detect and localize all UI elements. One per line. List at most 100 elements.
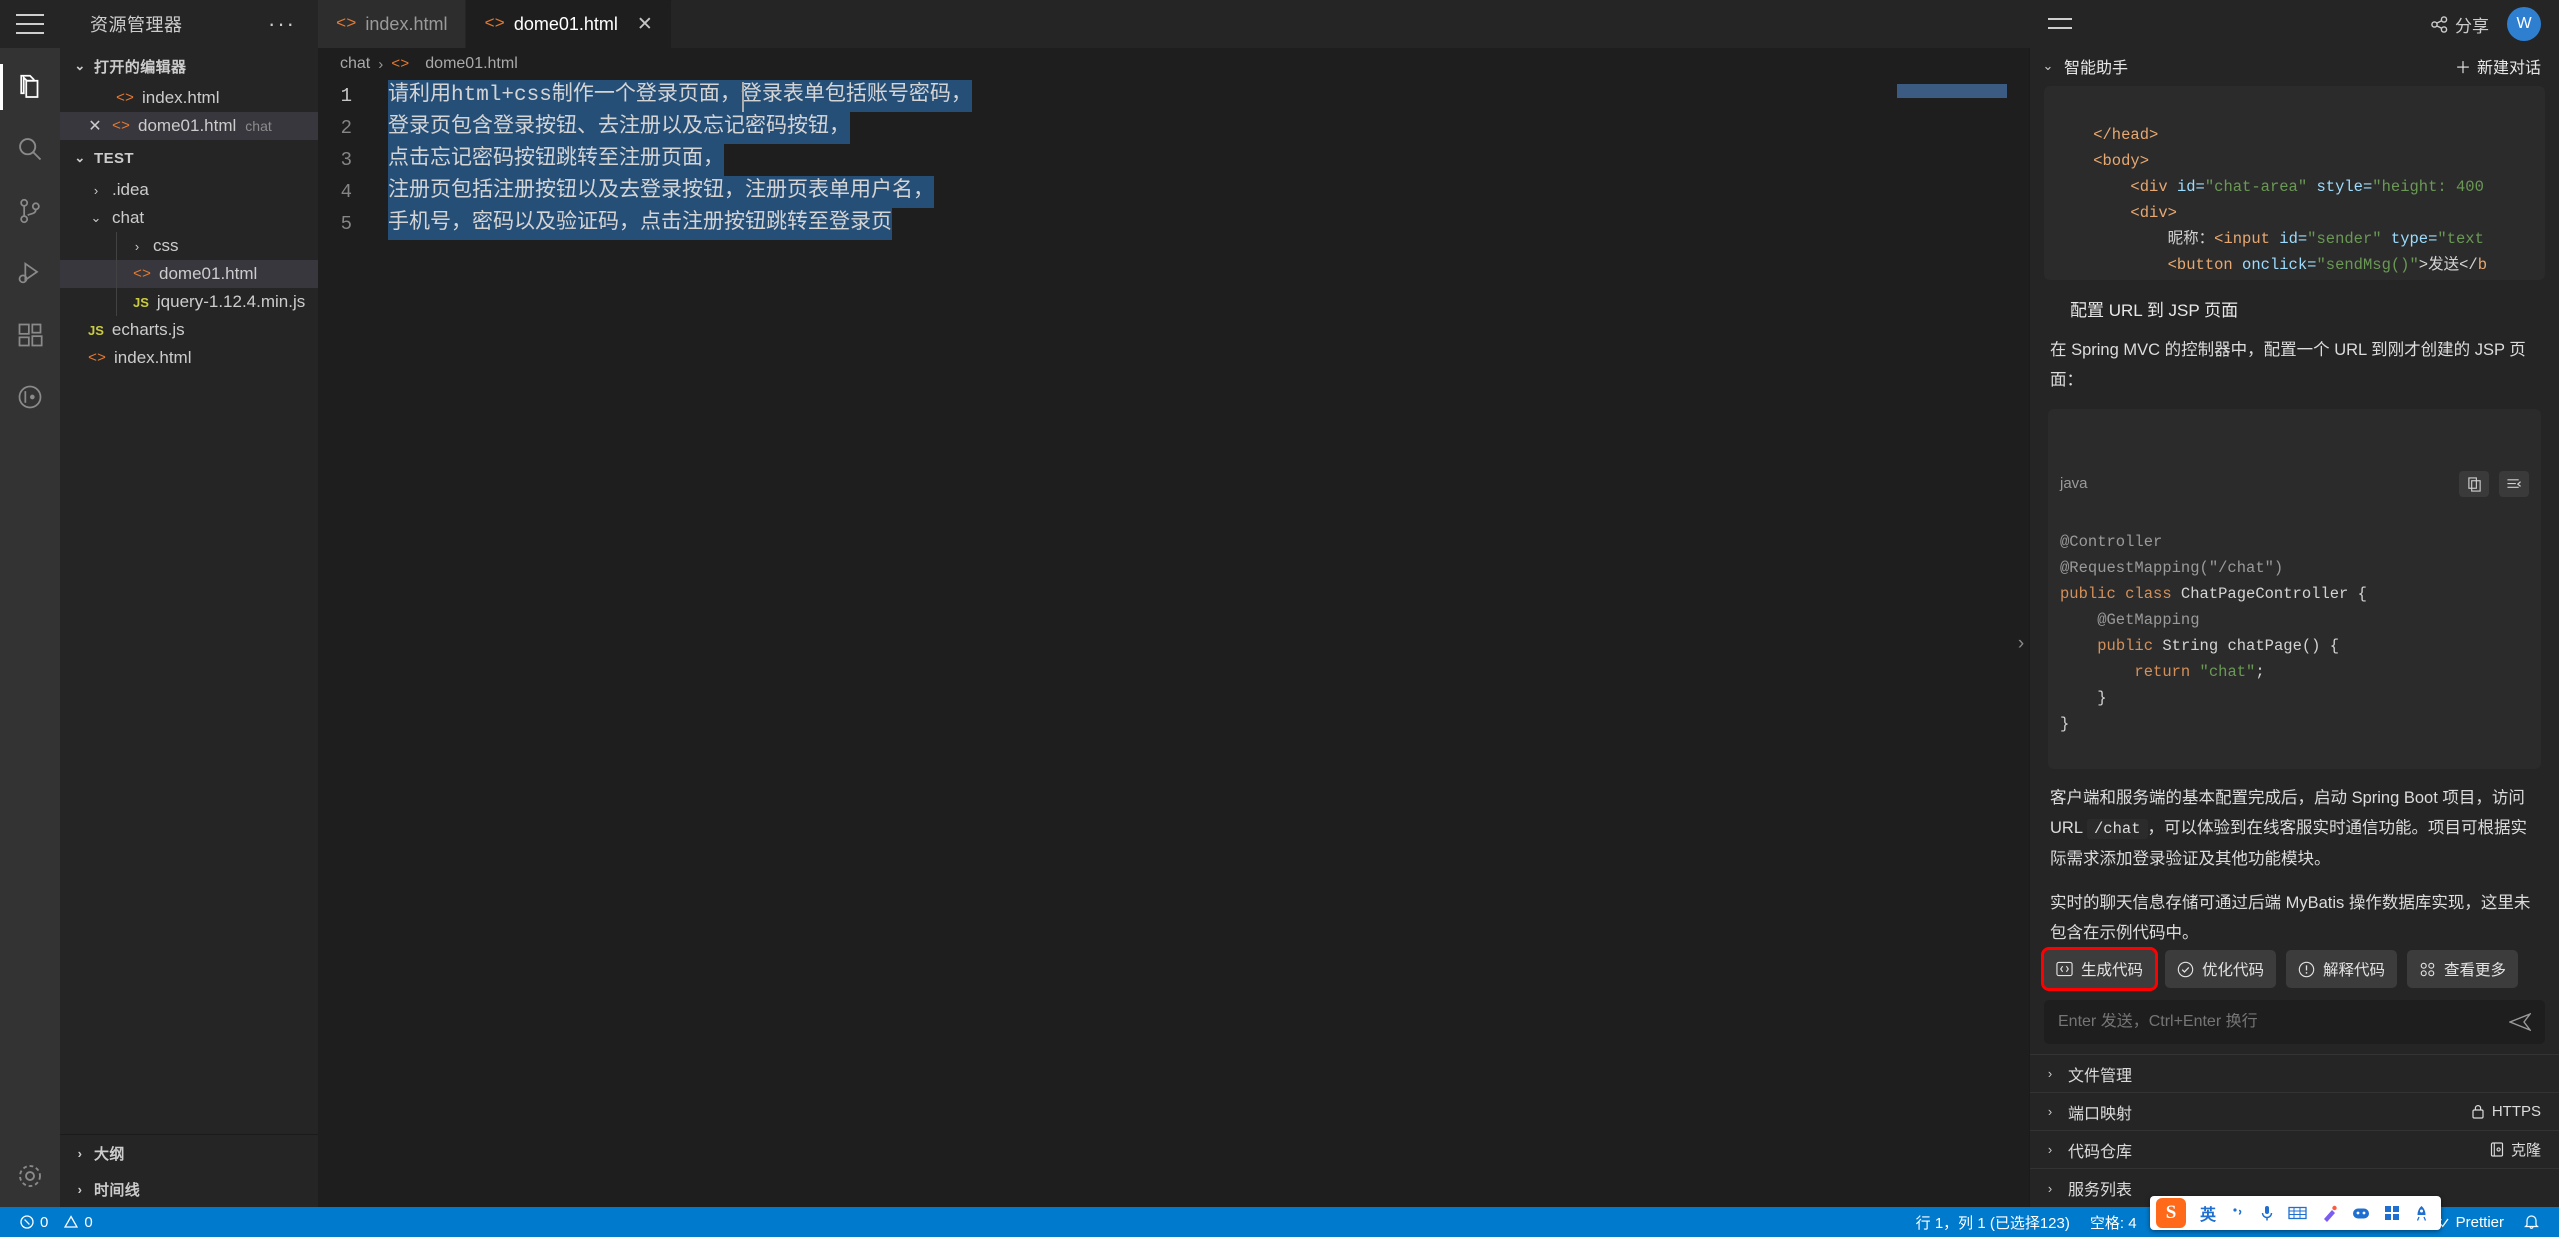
- breadcrumb-file[interactable]: dome01.html: [425, 55, 518, 73]
- tab-label: dome01.html: [514, 14, 618, 35]
- generate-code-button[interactable]: 生成代码: [2044, 950, 2155, 988]
- activity-item-source-control[interactable]: [0, 180, 60, 242]
- editor-line[interactable]: 1 请利用html+css制作一个登录页面，登录表单包括账号密码，: [318, 80, 2029, 112]
- close-icon[interactable]: ✕: [86, 116, 104, 136]
- ai-section-heading: 配置 URL 到 JSP 页面: [2070, 296, 2545, 321]
- activity-item-run-debug[interactable]: [0, 242, 60, 304]
- section-open-editors[interactable]: ⌄ 打开的编辑器: [60, 48, 318, 84]
- punctuation-icon[interactable]: [2230, 1205, 2246, 1221]
- chevron-down-icon[interactable]: ⌄: [2040, 58, 2056, 74]
- tab-index-html[interactable]: <> index.html: [318, 0, 466, 48]
- repo-icon: [2490, 1142, 2504, 1157]
- tree-folder-idea[interactable]: › .idea: [60, 176, 318, 204]
- minimap[interactable]: [1897, 84, 2007, 98]
- activity-item-extensions[interactable]: [0, 304, 60, 366]
- tree-file-jquery[interactable]: JS jquery-1.12.4.min.js: [60, 288, 318, 316]
- tree-file-echarts[interactable]: JS echarts.js: [60, 316, 318, 344]
- open-editor-dome01-html[interactable]: ✕ <> dome01.html chat: [60, 112, 318, 140]
- section-label: 服务列表: [2068, 1176, 2132, 1200]
- code-line: return "chat";: [2060, 663, 2265, 681]
- code-line: </head>: [2056, 126, 2158, 144]
- ai-paragraph-3: 实时的聊天信息存储可通过后端 MyBatis 操作数据库实现，这里未包含在示例代…: [2044, 888, 2545, 940]
- line-text[interactable]: 注册页包括注册按钮以及去登录按钮，注册页表单用户名，: [388, 176, 934, 208]
- view-more-button[interactable]: 查看更多: [2407, 950, 2518, 988]
- panel-hamburger-icon[interactable]: [2047, 15, 2073, 33]
- ai-message-list[interactable]: </head> <body> <div id="chat-area" style…: [2030, 84, 2559, 940]
- editor-line[interactable]: 5 手机号，密码以及验证码，点击注册按钮跳转至登录页: [318, 208, 2029, 240]
- hamburger-icon[interactable]: [16, 14, 44, 34]
- copy-icon[interactable]: [2459, 471, 2489, 497]
- ime-toolbar[interactable]: S 英: [2150, 1196, 2441, 1230]
- js-icon: JS: [88, 323, 104, 338]
- section-port-mapping[interactable]: › 端口映射 HTTPS: [2030, 1093, 2559, 1131]
- magic-icon[interactable]: [2321, 1205, 2338, 1222]
- line-text[interactable]: 请利用html+css制作一个登录页面，登录表单包括账号密码，: [388, 80, 972, 112]
- microphone-icon[interactable]: [2260, 1205, 2274, 1222]
- line-text[interactable]: 点击忘记密码按钮跳转至注册页面，: [388, 144, 724, 176]
- section-outline[interactable]: › 大纲: [60, 1135, 318, 1171]
- section-file-management[interactable]: › 文件管理: [2030, 1055, 2559, 1093]
- close-icon[interactable]: ✕: [637, 13, 653, 36]
- line-text[interactable]: 手机号，密码以及验证码，点击注册按钮跳转至登录页: [388, 208, 892, 240]
- tree-folder-css[interactable]: › css: [60, 232, 318, 260]
- send-icon[interactable]: [2509, 1012, 2531, 1032]
- tab-dome01-html[interactable]: <> dome01.html ✕: [466, 0, 671, 48]
- html-code-block[interactable]: </head> <body> <div id="chat-area" style…: [2044, 86, 2545, 280]
- explorer-sidebar: ⌄ 打开的编辑器 <> index.html ✕ <> dome01.html …: [60, 48, 318, 1207]
- clone-action[interactable]: 克隆: [2490, 1139, 2541, 1160]
- html-icon: <>: [391, 56, 409, 73]
- optimize-code-button[interactable]: 优化代码: [2165, 950, 2276, 988]
- activity-item-explorer[interactable]: [0, 56, 60, 118]
- explorer-more-icon[interactable]: ···: [268, 19, 296, 29]
- tab-label: index.html: [365, 14, 447, 35]
- insert-code-icon[interactable]: [2499, 471, 2529, 497]
- share-button[interactable]: 分享: [2431, 12, 2489, 37]
- indentation[interactable]: 空格: 4: [2080, 1212, 2147, 1233]
- explain-code-button[interactable]: 解释代码: [2286, 950, 2397, 988]
- section-code-repository[interactable]: › 代码仓库 克隆: [2030, 1131, 2559, 1169]
- files-icon: [15, 72, 45, 102]
- section-label: 端口映射: [2068, 1100, 2132, 1124]
- new-chat-button[interactable]: ＋ 新建对话: [2455, 54, 2541, 78]
- ai-action-buttons: 生成代码 优化代码 解释代码: [2030, 940, 2559, 996]
- breadcrumb-folder[interactable]: chat: [340, 55, 370, 73]
- editor-line[interactable]: 4 注册页包括注册按钮以及去登录按钮，注册页表单用户名，: [318, 176, 2029, 208]
- file-label: index.html: [142, 88, 219, 108]
- code-area[interactable]: 1 请利用html+css制作一个登录页面，登录表单包括账号密码， 2 登录页包…: [318, 80, 2029, 1207]
- tree-file-dome01-html[interactable]: <> dome01.html: [60, 260, 318, 288]
- panel-expand-handle[interactable]: ›: [2013, 629, 2029, 659]
- code-line: <div>: [2056, 204, 2177, 222]
- button-label: 查看更多: [2444, 958, 2506, 980]
- section-timeline[interactable]: › 时间线: [60, 1171, 318, 1207]
- rocket-icon[interactable]: [2414, 1205, 2429, 1222]
- avatar[interactable]: W: [2507, 7, 2541, 41]
- emoji-icon[interactable]: [2352, 1206, 2370, 1221]
- menu-button[interactable]: [0, 14, 60, 34]
- activity-item-timeline[interactable]: [0, 366, 60, 428]
- check-circle-icon: [2177, 961, 2194, 978]
- keyboard-icon[interactable]: [2288, 1206, 2307, 1220]
- problems-status[interactable]: 0 0: [10, 1214, 103, 1231]
- apps-icon[interactable]: [2384, 1205, 2400, 1221]
- ime-mode-toggle[interactable]: 英: [2200, 1201, 2216, 1225]
- ai-input-box[interactable]: [2044, 1000, 2545, 1044]
- tree-file-index-html[interactable]: <> index.html: [60, 344, 318, 372]
- activity-item-search[interactable]: [0, 118, 60, 180]
- sogou-logo-icon[interactable]: S: [2156, 1198, 2186, 1228]
- bell-icon[interactable]: [2514, 1214, 2549, 1230]
- chat-input[interactable]: [2058, 1013, 2509, 1031]
- line-text[interactable]: 登录页包含登录按钮、去注册以及忘记密码按钮，: [388, 112, 850, 144]
- code-line: @Controller: [2060, 533, 2162, 551]
- ai-bottom-sections: › 文件管理 › 端口映射 HTTPS: [2030, 1054, 2559, 1207]
- cursor-position[interactable]: 行 1，列 1 (已选择123): [1906, 1212, 2080, 1233]
- section-project-test[interactable]: ⌄ TEST: [60, 140, 318, 176]
- java-code-block[interactable]: java @Controller @RequestMapping("/chat"…: [2048, 409, 2541, 769]
- editor-line[interactable]: 2 登录页包含登录按钮、去注册以及忘记密码按钮，: [318, 112, 2029, 144]
- https-action[interactable]: HTTPS: [2471, 1103, 2541, 1120]
- open-editor-index-html[interactable]: <> index.html: [60, 84, 318, 112]
- breadcrumb[interactable]: chat › <> dome01.html: [318, 48, 2029, 80]
- activity-item-settings[interactable]: [0, 1145, 60, 1207]
- tree-folder-chat[interactable]: ⌄ chat: [60, 204, 318, 232]
- section-label: 文件管理: [2068, 1062, 2132, 1086]
- editor-line[interactable]: 3 点击忘记密码按钮跳转至注册页面，: [318, 144, 2029, 176]
